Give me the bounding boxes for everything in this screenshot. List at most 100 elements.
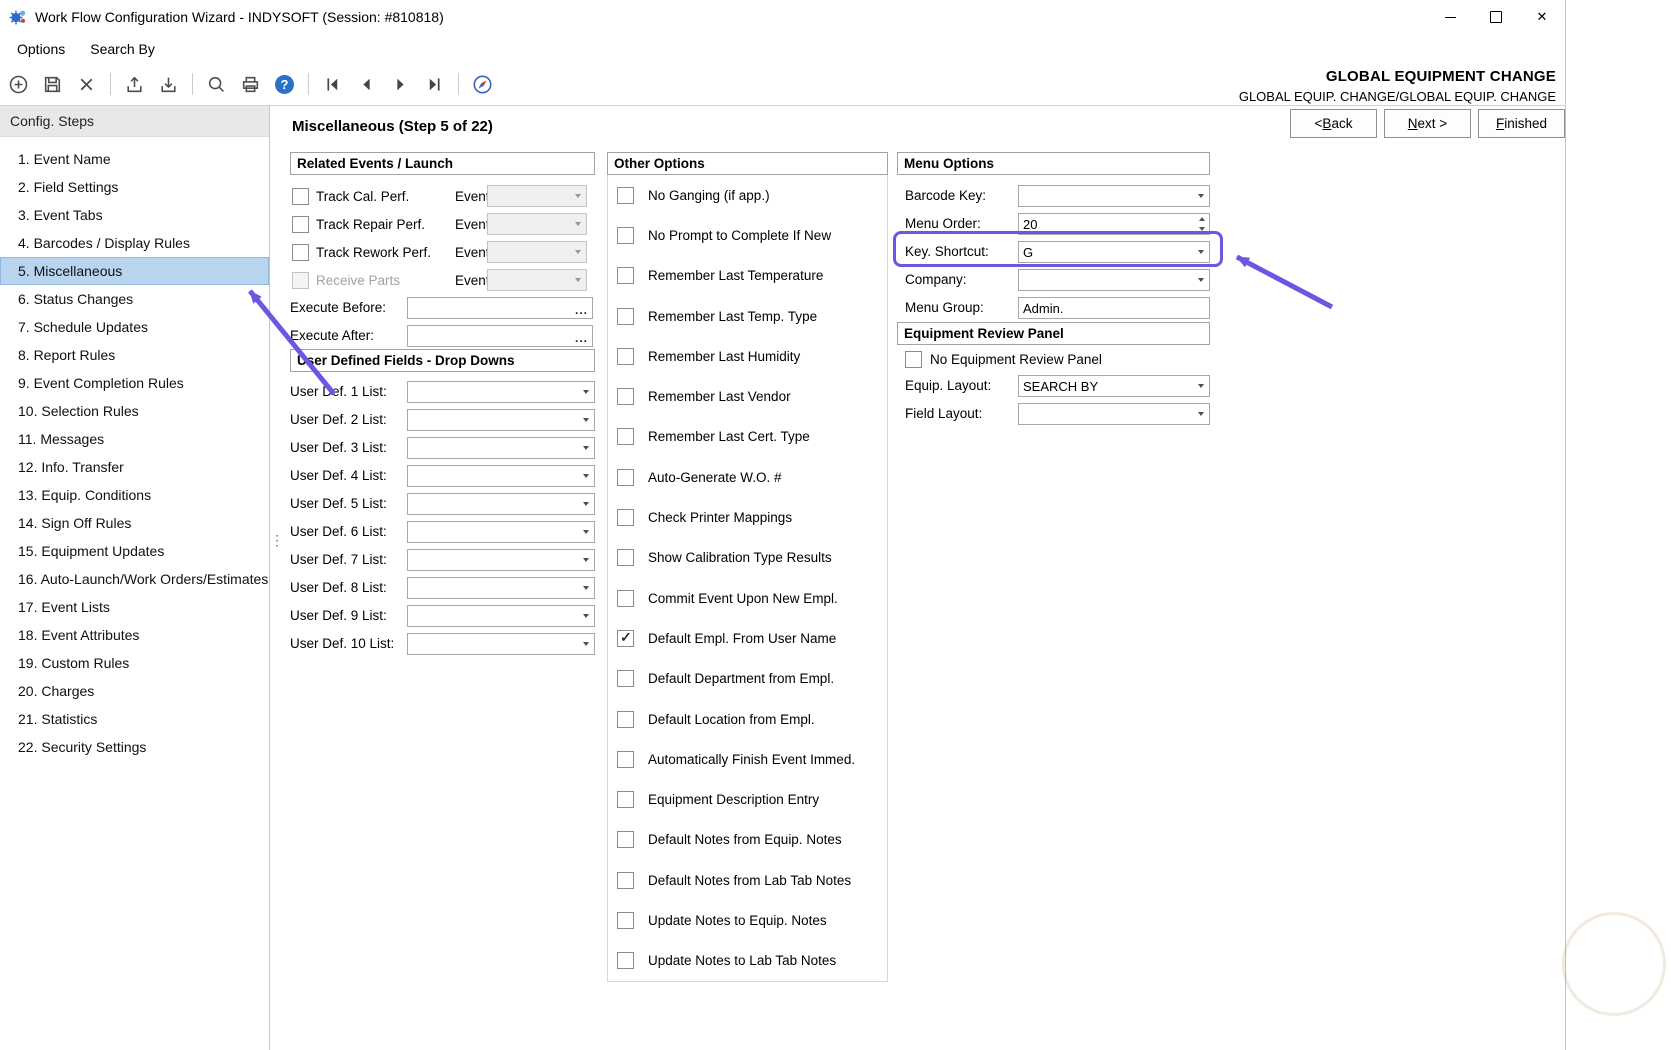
sidebar-step-item[interactable]: 8. Report Rules [0, 341, 269, 369]
execute-before-input[interactable]: ... [407, 297, 593, 319]
sidebar-step-item[interactable]: 7. Schedule Updates [0, 313, 269, 341]
checkbox[interactable] [617, 670, 634, 687]
option-row[interactable]: Commit Event Upon New Empl. [608, 578, 887, 618]
checkbox[interactable] [617, 187, 634, 204]
sidebar-step-item[interactable]: 3. Event Tabs [0, 201, 269, 229]
previous-record-icon[interactable] [354, 72, 379, 97]
checkbox[interactable] [292, 188, 309, 205]
sidebar-step-item[interactable]: 16. Auto-Launch/Work Orders/Estimates [0, 565, 269, 593]
checkbox[interactable] [617, 388, 634, 405]
menu-search-by[interactable]: Search By [85, 38, 160, 60]
no-equipment-review-row[interactable]: No Equipment Review Panel [897, 346, 1210, 372]
option-row[interactable]: Default Location from Empl. [608, 699, 887, 739]
option-row[interactable]: Check Printer Mappings [608, 497, 887, 537]
sidebar-step-item[interactable]: 4. Barcodes / Display Rules [0, 229, 269, 257]
checkbox[interactable] [617, 751, 634, 768]
event-dropdown[interactable] [487, 185, 587, 207]
sidebar-step-item[interactable]: 20. Charges [0, 677, 269, 705]
checkbox[interactable] [617, 831, 634, 848]
execute-after-input[interactable]: ... [407, 325, 593, 347]
checkbox[interactable] [617, 711, 634, 728]
maximize-button[interactable] [1473, 0, 1519, 34]
checkbox[interactable] [617, 590, 634, 607]
option-row[interactable]: Default Notes from Equip. Notes [608, 820, 887, 860]
option-row[interactable]: Auto-Generate W.O. # [608, 457, 887, 497]
option-row[interactable]: Update Notes to Equip. Notes [608, 900, 887, 940]
checkbox[interactable] [617, 348, 634, 365]
browse-button[interactable]: ... [575, 331, 588, 345]
sidebar-step-item[interactable]: 12. Info. Transfer [0, 453, 269, 481]
user-def-dropdown[interactable] [407, 549, 595, 571]
company-dropdown[interactable] [1018, 269, 1210, 291]
checkbox[interactable] [617, 469, 634, 486]
menu-group-input[interactable] [1018, 297, 1210, 319]
checkbox[interactable] [617, 267, 634, 284]
sidebar-step-item[interactable]: 11. Messages [0, 425, 269, 453]
option-row[interactable]: Automatically Finish Event Immed. [608, 739, 887, 779]
equip-layout-dropdown[interactable]: SEARCH BY [1018, 375, 1210, 397]
checkbox[interactable] [617, 630, 634, 647]
checkbox[interactable] [292, 216, 309, 233]
close-button[interactable] [1519, 0, 1565, 34]
export-icon[interactable] [122, 72, 147, 97]
checkbox[interactable] [617, 872, 634, 889]
checkbox[interactable] [617, 912, 634, 929]
key-shortcut-dropdown[interactable]: G [1018, 241, 1210, 263]
option-row[interactable]: No Prompt to Complete If New [608, 215, 887, 255]
sidebar-step-item[interactable]: 10. Selection Rules [0, 397, 269, 425]
field-layout-dropdown[interactable] [1018, 403, 1210, 425]
checkbox[interactable] [292, 272, 309, 289]
sidebar-step-item[interactable]: 22. Security Settings [0, 733, 269, 761]
checkbox[interactable] [617, 308, 634, 325]
event-dropdown[interactable] [487, 241, 587, 263]
next-record-icon[interactable] [388, 72, 413, 97]
add-icon[interactable] [6, 72, 31, 97]
event-dropdown[interactable] [487, 269, 587, 291]
import-icon[interactable] [156, 72, 181, 97]
spinner-arrows-icon[interactable] [1194, 214, 1209, 234]
user-def-dropdown[interactable] [407, 605, 595, 627]
event-dropdown[interactable] [487, 213, 587, 235]
option-row[interactable]: Equipment Description Entry [608, 779, 887, 819]
option-row[interactable]: Remember Last Cert. Type [608, 417, 887, 457]
option-row[interactable]: Remember Last Humidity [608, 336, 887, 376]
option-row[interactable]: Remember Last Temperature [608, 256, 887, 296]
option-row[interactable]: Update Notes to Lab Tab Notes [608, 941, 887, 981]
sidebar-step-item[interactable]: 1. Event Name [0, 145, 269, 173]
save-icon[interactable] [40, 72, 65, 97]
checkbox[interactable] [617, 227, 634, 244]
minimize-button[interactable] [1427, 0, 1473, 34]
help-icon[interactable] [272, 72, 297, 97]
sidebar-step-item[interactable]: 21. Statistics [0, 705, 269, 733]
user-def-dropdown[interactable] [407, 381, 595, 403]
sidebar-step-item[interactable]: 2. Field Settings [0, 173, 269, 201]
user-def-dropdown[interactable] [407, 465, 595, 487]
sidebar-step-item[interactable]: 18. Event Attributes [0, 621, 269, 649]
sidebar-step-item[interactable]: 5. Miscellaneous [0, 257, 269, 285]
checkbox[interactable] [905, 351, 922, 368]
checkbox[interactable] [617, 428, 634, 445]
print-icon[interactable] [238, 72, 263, 97]
checkbox[interactable] [617, 952, 634, 969]
navigate-compass-icon[interactable] [470, 72, 495, 97]
user-def-dropdown[interactable] [407, 437, 595, 459]
user-def-dropdown[interactable] [407, 521, 595, 543]
last-record-icon[interactable] [422, 72, 447, 97]
option-row[interactable]: Remember Last Vendor [608, 376, 887, 416]
checkbox[interactable] [617, 549, 634, 566]
user-def-dropdown[interactable] [407, 577, 595, 599]
sidebar-step-item[interactable]: 9. Event Completion Rules [0, 369, 269, 397]
option-row[interactable]: No Ganging (if app.) [608, 175, 887, 215]
splitter-grip[interactable] [270, 532, 280, 549]
option-row[interactable]: Remember Last Temp. Type [608, 296, 887, 336]
sidebar-step-item[interactable]: 14. Sign Off Rules [0, 509, 269, 537]
option-row[interactable]: Default Empl. From User Name [608, 618, 887, 658]
barcode-key-dropdown[interactable] [1018, 185, 1210, 207]
browse-button[interactable]: ... [575, 303, 588, 317]
menu-order-spinner[interactable]: 20 [1018, 213, 1210, 235]
delete-icon[interactable] [74, 72, 99, 97]
sidebar-step-item[interactable]: 19. Custom Rules [0, 649, 269, 677]
sidebar-step-item[interactable]: 6. Status Changes [0, 285, 269, 313]
first-record-icon[interactable] [320, 72, 345, 97]
user-def-dropdown[interactable] [407, 493, 595, 515]
